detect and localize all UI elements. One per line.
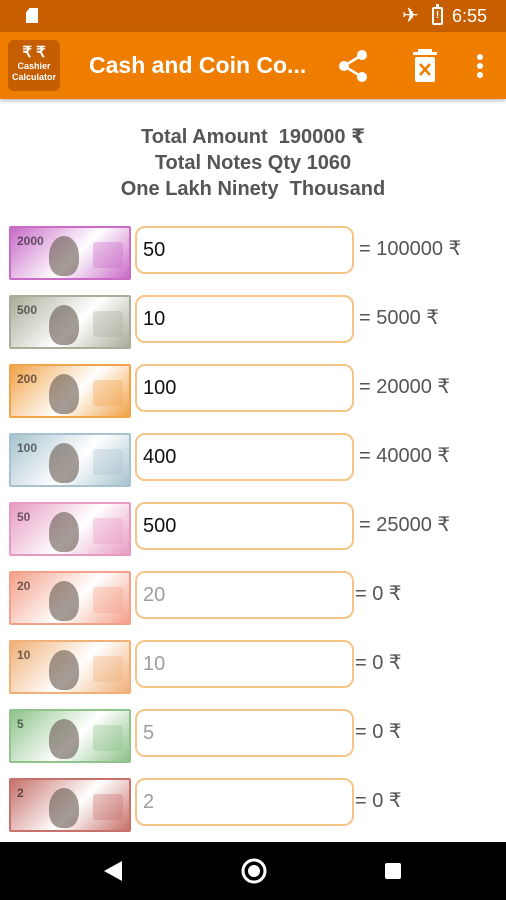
banknote-image: 50 — [9, 502, 131, 556]
app-logo-symbol: ₹ ₹ — [22, 44, 46, 61]
status-time: 6:55 — [452, 6, 488, 26]
home-icon[interactable] — [240, 857, 268, 885]
total-notes-qty: Total Notes Qty 1060 — [154, 152, 352, 174]
row-total: = 0 ₹ — [355, 790, 402, 812]
banknote-motif — [93, 380, 123, 406]
denomination-row: 2 = 0 ₹ — [0, 778, 506, 832]
banknote-denomination: 2 — [17, 786, 24, 800]
app-logo-line2: Calculator — [11, 72, 56, 82]
banknote-portrait — [49, 719, 79, 759]
banknote-motif — [93, 449, 123, 475]
summary-panel: Total Amount 190000 ₹ Total Notes Qty 10… — [0, 124, 506, 202]
banknote-portrait — [49, 650, 79, 690]
note-quantity-input[interactable] — [135, 226, 354, 274]
denomination-row: 10 = 0 ₹ — [0, 640, 506, 694]
note-quantity-input[interactable] — [135, 295, 354, 343]
amount-in-words: One Lakh Ninety Thousand — [120, 178, 386, 200]
denomination-row: 50 = 25000 ₹ — [0, 502, 506, 556]
banknote-denomination: 5 — [17, 717, 24, 731]
denomination-row: 100 = 40000 ₹ — [0, 433, 506, 487]
row-total: = 0 ₹ — [355, 583, 402, 605]
note-quantity-input[interactable] — [135, 640, 354, 688]
banknote-image: 2000 — [9, 226, 131, 280]
banknote-denomination: 2000 — [17, 234, 44, 248]
denomination-row: 200 = 20000 ₹ — [0, 364, 506, 418]
banknote-denomination: 20 — [17, 579, 31, 593]
note-quantity-input[interactable] — [135, 709, 354, 757]
app-logo: ₹ ₹ Cashier Calculator — [8, 40, 60, 91]
row-total: = 100000 ₹ — [359, 238, 462, 260]
banknote-denomination: 200 — [17, 372, 38, 386]
banknote-motif — [93, 725, 123, 751]
status-bar: ✈ ! 6:55 — [0, 0, 506, 32]
note-quantity-input[interactable] — [135, 364, 354, 412]
more-options-button[interactable] — [468, 46, 492, 86]
note-quantity-input[interactable] — [135, 778, 354, 826]
banknote-image: 100 — [9, 433, 131, 487]
banknote-image: 5 — [9, 709, 131, 763]
delete-icon — [413, 49, 437, 82]
share-icon — [339, 50, 367, 82]
back-icon[interactable] — [102, 859, 124, 883]
banknote-denomination: 10 — [17, 648, 31, 662]
banknote-portrait — [49, 305, 79, 345]
banknote-denomination: 100 — [17, 441, 38, 455]
note-quantity-input[interactable] — [135, 433, 354, 481]
total-amount: Total Amount 190000 ₹ — [141, 126, 365, 148]
app-logo-line1: Cashier — [17, 61, 51, 71]
denomination-row: 5 = 0 ₹ — [0, 709, 506, 763]
banknote-portrait — [49, 581, 79, 621]
banknote-motif — [93, 311, 123, 337]
row-total: = 40000 ₹ — [359, 445, 451, 467]
denomination-row: 20 = 0 ₹ — [0, 571, 506, 625]
denomination-row: 2000 = 100000 ₹ — [0, 226, 506, 280]
banknote-motif — [93, 794, 123, 820]
banknote-portrait — [49, 512, 79, 552]
navigation-bar — [0, 842, 506, 900]
banknote-portrait — [49, 788, 79, 828]
airplane-icon: ✈ — [402, 5, 419, 27]
note-quantity-input[interactable] — [135, 571, 354, 619]
delete-button[interactable] — [405, 46, 445, 86]
more-vert-icon — [477, 54, 483, 78]
banknote-portrait — [49, 443, 79, 483]
battery-alert-icon: ! — [432, 4, 443, 25]
row-total: = 5000 ₹ — [359, 307, 440, 329]
banknote-image: 10 — [9, 640, 131, 694]
app-bar: ₹ ₹ Cashier Calculator Cash and Coin Co.… — [0, 32, 506, 99]
banknote-image: 200 — [9, 364, 131, 418]
row-total: = 0 ₹ — [355, 721, 402, 743]
row-total: = 0 ₹ — [355, 652, 402, 674]
row-total: = 20000 ₹ — [359, 376, 451, 398]
banknote-denomination: 50 — [17, 510, 31, 524]
share-button[interactable] — [334, 46, 374, 86]
banknote-image: 20 — [9, 571, 131, 625]
banknote-motif — [93, 242, 123, 268]
banknote-denomination: 500 — [17, 303, 38, 317]
banknote-image: 2 — [9, 778, 131, 832]
banknote-motif — [93, 518, 123, 544]
banknote-portrait — [49, 236, 79, 276]
banknote-portrait — [49, 374, 79, 414]
banknote-motif — [93, 656, 123, 682]
recents-icon[interactable] — [385, 863, 401, 879]
sd-card-icon — [26, 8, 38, 23]
banknote-motif — [93, 587, 123, 613]
banknote-image: 500 — [9, 295, 131, 349]
row-total: = 25000 ₹ — [359, 514, 451, 536]
denomination-row: 500 = 5000 ₹ — [0, 295, 506, 349]
note-quantity-input[interactable] — [135, 502, 354, 550]
app-title: Cash and Coin Co... — [89, 52, 307, 78]
